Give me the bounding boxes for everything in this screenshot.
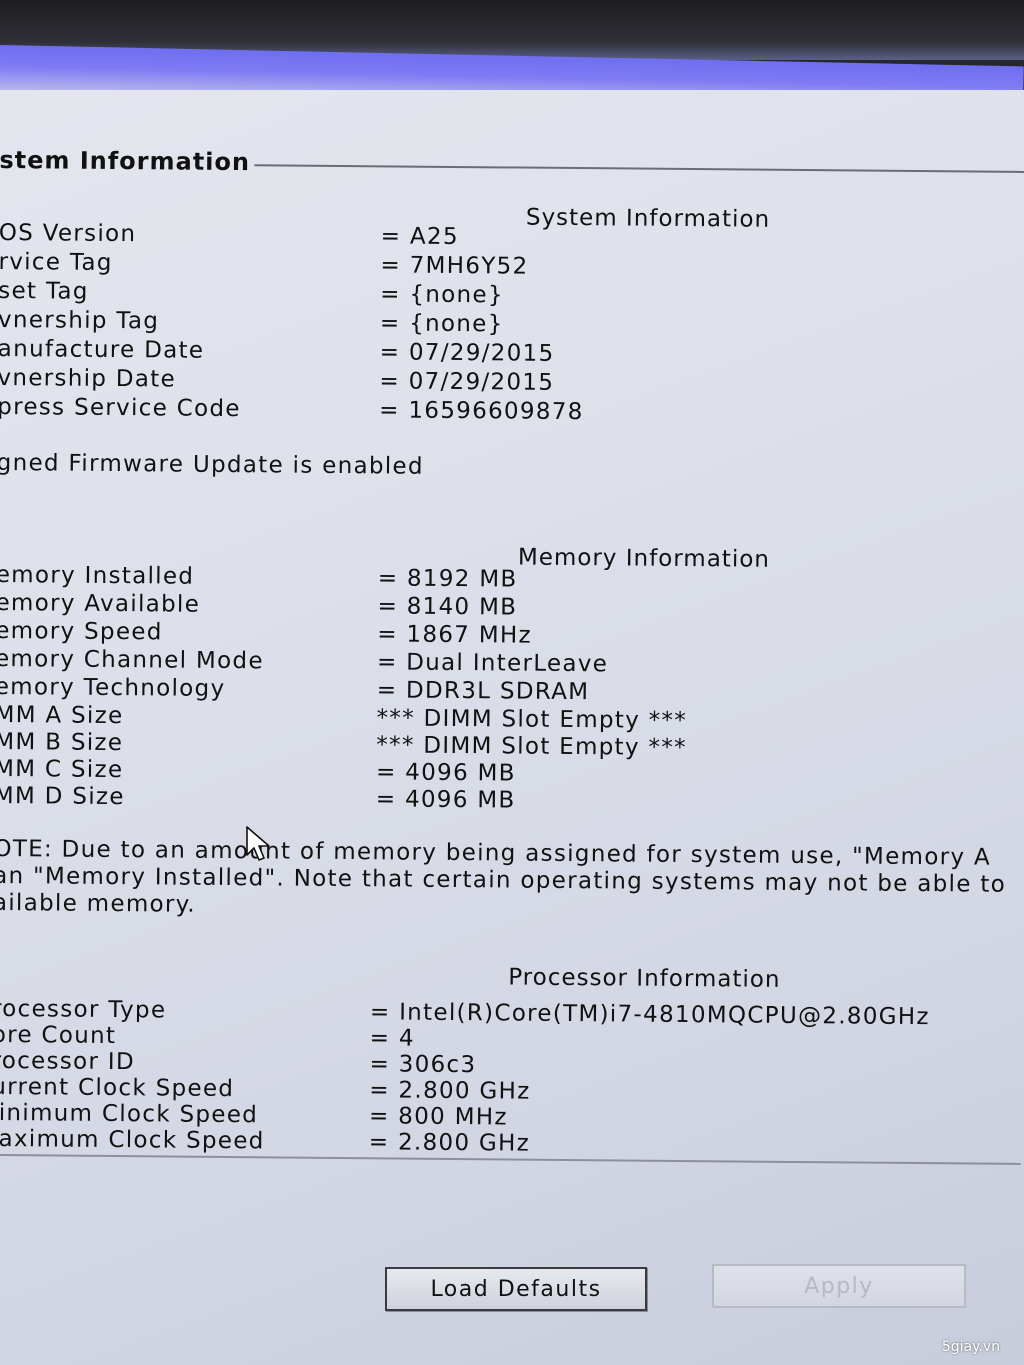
processor-info-title: Processor Information bbox=[508, 964, 781, 993]
row-value: = 07/29/2015 bbox=[379, 368, 555, 396]
row-value: = DDR3L SDRAM bbox=[376, 677, 590, 706]
row-label: MM A Size bbox=[0, 701, 124, 730]
group-frame-line bbox=[254, 164, 1024, 174]
memory-info-title: Memory Information bbox=[517, 544, 771, 573]
row-value: = A25 bbox=[380, 223, 459, 251]
row-label: MM B Size bbox=[0, 728, 124, 757]
row-label: laximum Clock Speed bbox=[0, 1125, 265, 1155]
row-label: rocessor ID bbox=[0, 1047, 136, 1076]
row-label: vnership Tag bbox=[0, 306, 160, 335]
row-value: = {none} bbox=[380, 281, 504, 309]
row-label: emory Technology bbox=[0, 673, 226, 702]
row-label: OS Version bbox=[0, 219, 137, 248]
row-label: anufacture Date bbox=[0, 335, 205, 364]
row-label: rvice Tag bbox=[0, 248, 113, 276]
load-defaults-button[interactable]: Load Defaults bbox=[385, 1267, 647, 1311]
content-area: stem Information System Information OS V… bbox=[0, 90, 1024, 1199]
row-label: emory Channel Mode bbox=[0, 645, 264, 675]
row-value: *** DIMM Slot Empty *** bbox=[376, 705, 688, 735]
row-value: = 306c3 bbox=[369, 1051, 477, 1079]
row-value: = {none} bbox=[379, 310, 504, 338]
row-value: = 800 MHz bbox=[368, 1103, 508, 1131]
watermark: 5giay.vn bbox=[941, 1339, 1000, 1355]
row-value: = 07/29/2015 bbox=[379, 339, 555, 367]
row-value: = 8192 MB bbox=[377, 565, 518, 593]
row-label: urrent Clock Speed bbox=[0, 1073, 235, 1103]
mouse-pointer-icon bbox=[246, 826, 270, 861]
row-value: = 4 bbox=[369, 1025, 415, 1052]
row-label: emory Installed bbox=[0, 561, 195, 590]
row-label: MM C Size bbox=[0, 755, 124, 784]
row-value: = 16596609878 bbox=[379, 397, 584, 426]
bios-screen: stem Information System Information OS V… bbox=[0, 0, 1024, 1365]
row-value: = 1867 MHz bbox=[377, 621, 533, 649]
row-value: = 4096 MB bbox=[375, 786, 516, 814]
firmware-note: gned Firmware Update is enabled bbox=[0, 449, 424, 480]
row-value: = 7MH6Y52 bbox=[380, 252, 529, 280]
row-label: MM D Size bbox=[0, 782, 125, 811]
row-label: ore Count bbox=[0, 1021, 117, 1050]
row-value: *** DIMM Slot Empty *** bbox=[376, 732, 687, 762]
row-value: = Dual InterLeave bbox=[376, 649, 609, 678]
row-label: vnership Date bbox=[0, 364, 177, 393]
settings-panel: stem Information System Information OS V… bbox=[0, 90, 1024, 1365]
row-label: linimum Clock Speed bbox=[0, 1099, 259, 1129]
row-label: emory Speed bbox=[0, 617, 163, 646]
section-heading: stem Information bbox=[0, 145, 251, 177]
memory-note-line: ailable memory. bbox=[0, 889, 197, 918]
row-value: = Intel(R)Core(TM)i7-4810MQCPU@2.80GHz bbox=[369, 999, 930, 1031]
row-value: = 2.800 GHz bbox=[368, 1129, 531, 1157]
system-info-title: System Information bbox=[525, 204, 771, 233]
row-label: press Service Code bbox=[0, 393, 241, 423]
row-value: = 8140 MB bbox=[377, 593, 518, 621]
row-label: emory Available bbox=[0, 589, 201, 618]
row-value: = 2.800 GHz bbox=[369, 1077, 531, 1105]
row-label: rocessor Type bbox=[0, 995, 167, 1024]
row-label: set Tag bbox=[0, 277, 89, 305]
apply-button[interactable]: Apply bbox=[712, 1264, 966, 1308]
row-value: = 4096 MB bbox=[375, 759, 516, 787]
